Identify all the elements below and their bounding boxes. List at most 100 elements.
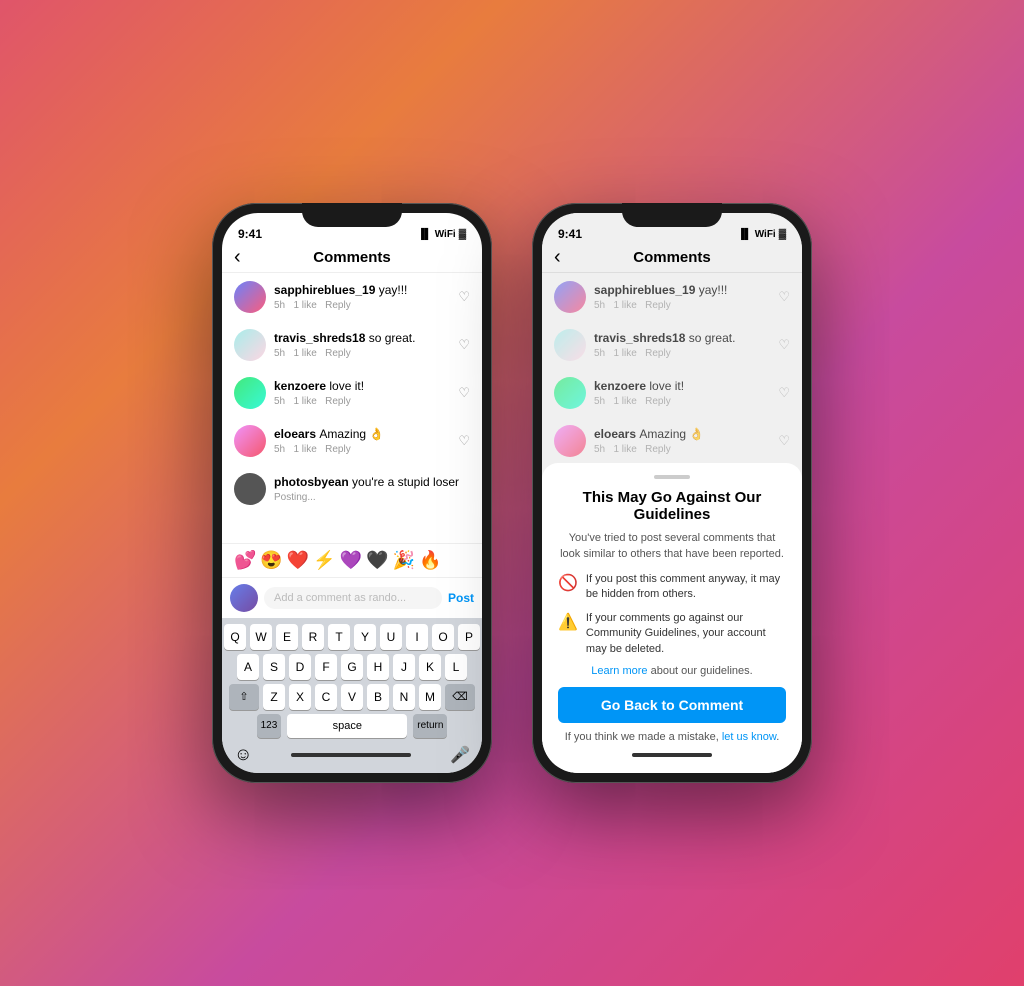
overlay-mistake-text: If you think we made a mistake, let us k… <box>558 731 786 743</box>
key-return[interactable]: return <box>413 714 447 738</box>
right-phone-screen: 9:41 ▐▌ WiFi ▓ ‹ Comments <box>542 213 802 773</box>
status-time-right: 9:41 <box>558 219 582 241</box>
comment-text: yay!!! <box>699 283 728 297</box>
avatar <box>554 425 586 457</box>
avatar <box>234 377 266 409</box>
key-o[interactable]: O <box>432 624 454 650</box>
key-a[interactable]: A <box>237 654 259 680</box>
emoji-heart-sparkle[interactable]: 💕 <box>234 550 256 571</box>
key-u[interactable]: U <box>380 624 402 650</box>
like-icon[interactable]: ♡ <box>458 289 470 305</box>
learn-more-link[interactable]: Learn more <box>591 665 647 677</box>
back-button-left[interactable]: ‹ <box>234 246 241 269</box>
comment-input[interactable]: Add a comment as rando... <box>264 587 442 609</box>
comment-text: love it! <box>649 379 684 393</box>
warning-icon: ⚠️ <box>558 612 578 632</box>
key-b[interactable]: B <box>367 684 389 710</box>
like-icon: ♡ <box>778 385 790 401</box>
key-m[interactable]: M <box>419 684 441 710</box>
comment-user: travis_shreds18 <box>594 331 689 345</box>
keyboard-bottom-bar: ☺ 🎤 <box>226 742 478 765</box>
comment-content: sapphireblues_19 yay!!! 5h 1 like Reply <box>594 281 770 311</box>
key-d[interactable]: D <box>289 654 311 680</box>
key-q[interactable]: Q <box>224 624 246 650</box>
emoji-fire[interactable]: 🔥 <box>419 550 441 571</box>
comment-content: kenzoere love it! 5h 1 like Reply <box>274 377 450 407</box>
key-x[interactable]: X <box>289 684 311 710</box>
like-icon: ♡ <box>778 289 790 305</box>
keyboard-row-3: ⇧ Z X C V B N M ⌫ <box>226 684 478 710</box>
comment-item: kenzoere love it! 5h 1 like Reply ♡ <box>222 369 482 417</box>
emoji-lightning[interactable]: ⚡ <box>313 550 335 571</box>
home-indicator-right <box>632 753 712 757</box>
key-space[interactable]: space <box>287 714 407 738</box>
key-i[interactable]: I <box>406 624 428 650</box>
like-icon[interactable]: ♡ <box>458 433 470 449</box>
comment-text: Amazing 👌 <box>319 427 384 441</box>
nav-title-left: Comments <box>313 249 391 266</box>
status-time-left: 9:41 <box>238 219 262 241</box>
key-p[interactable]: P <box>458 624 480 650</box>
comment-meta: 5h 1 like Reply <box>274 444 450 455</box>
comment-item-r1: sapphireblues_19 yay!!! 5h 1 like Reply … <box>542 273 802 321</box>
comment-user: kenzoere <box>274 379 329 393</box>
key-k[interactable]: K <box>419 654 441 680</box>
comment-text: so great. <box>689 331 736 345</box>
go-back-button[interactable]: Go Back to Comment <box>558 687 786 723</box>
post-button[interactable]: Post <box>448 591 474 605</box>
like-icon[interactable]: ♡ <box>458 385 470 401</box>
emoji-party[interactable]: 🎉 <box>393 550 415 571</box>
key-n[interactable]: N <box>393 684 415 710</box>
key-e[interactable]: E <box>276 624 298 650</box>
like-icon[interactable]: ♡ <box>458 337 470 353</box>
key-j[interactable]: J <box>393 654 415 680</box>
comment-content: eloears Amazing 👌 5h 1 like Reply <box>594 425 770 455</box>
keyboard-row-2: A S D F G H J K L <box>226 654 478 680</box>
keyboard-row-1: Q W E R T Y U I O P <box>226 624 478 650</box>
key-v[interactable]: V <box>341 684 363 710</box>
key-shift[interactable]: ⇧ <box>229 684 259 710</box>
key-t[interactable]: T <box>328 624 350 650</box>
emoji-purple-heart[interactable]: 💜 <box>340 550 362 571</box>
emoji-black-heart[interactable]: 🖤 <box>366 550 388 571</box>
key-z[interactable]: Z <box>263 684 285 710</box>
key-f[interactable]: F <box>315 654 337 680</box>
key-w[interactable]: W <box>250 624 272 650</box>
notch <box>302 203 402 227</box>
overlay-title: This May Go Against Our Guidelines <box>558 489 786 523</box>
learn-more-suffix: about our guidelines. <box>648 665 753 677</box>
key-r[interactable]: R <box>302 624 324 650</box>
avatar <box>234 281 266 313</box>
emoji-red-heart[interactable]: ❤️ <box>287 550 309 571</box>
key-backspace[interactable]: ⌫ <box>445 684 475 710</box>
comment-meta: 5h 1 like Reply <box>274 348 450 359</box>
key-y[interactable]: Y <box>354 624 376 650</box>
battery-icon-right: ▓ <box>779 229 786 240</box>
right-phone: 9:41 ▐▌ WiFi ▓ ‹ Comments <box>532 203 812 783</box>
comment-item-r3: kenzoere love it! 5h 1 like Reply ♡ <box>542 369 802 417</box>
keyboard: Q W E R T Y U I O P A S D <box>222 618 482 773</box>
comment-user: photosbyean <box>274 475 352 489</box>
key-l[interactable]: L <box>445 654 467 680</box>
avatar <box>234 329 266 361</box>
emoji-keyboard-icon[interactable]: ☺ <box>234 744 252 765</box>
key-123[interactable]: 123 <box>257 714 282 738</box>
let-us-know-link[interactable]: let us know <box>722 731 776 743</box>
mistake-suffix: . <box>776 731 779 743</box>
key-g[interactable]: G <box>341 654 363 680</box>
comment-meta: 5h 1 like Reply <box>594 396 770 407</box>
comment-text: love it! <box>329 379 364 393</box>
emoji-heart-eyes[interactable]: 😍 <box>260 550 282 571</box>
overlay-handle <box>654 475 690 479</box>
signal-icon: ▐▌ <box>418 229 432 240</box>
overlay-item-hidden-text: If you post this comment anyway, it may … <box>586 572 786 603</box>
background: 9:41 ▐▌ WiFi ▓ ‹ Comments <box>0 0 1024 986</box>
key-c[interactable]: C <box>315 684 337 710</box>
key-h[interactable]: H <box>367 654 389 680</box>
avatar <box>554 329 586 361</box>
microphone-icon[interactable]: 🎤 <box>450 745 470 765</box>
back-button-right[interactable]: ‹ <box>554 246 561 269</box>
key-s[interactable]: S <box>263 654 285 680</box>
phones-container: 9:41 ▐▌ WiFi ▓ ‹ Comments <box>212 203 812 783</box>
comment-user: kenzoere <box>594 379 649 393</box>
